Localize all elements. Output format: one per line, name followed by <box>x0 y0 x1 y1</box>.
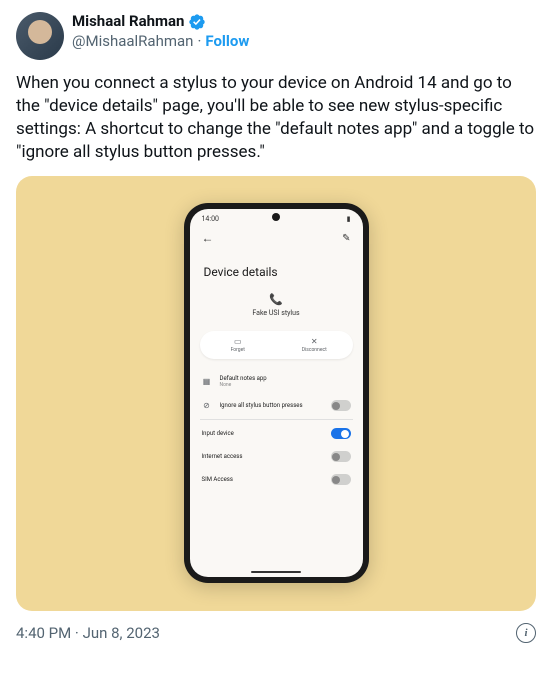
media-container[interactable]: 14:00 ▮ ← ✎ Device details 📞 Fake USI st… <box>16 176 536 611</box>
display-name[interactable]: Mishaal Rahman <box>72 12 184 32</box>
phone-camera-notch <box>272 213 280 221</box>
tweet-footer: 4:40 PM · Jun 8, 2023 i <box>16 623 536 643</box>
nav-bar[interactable] <box>251 571 301 573</box>
block-icon: ⊘ <box>202 401 212 410</box>
phone-topbar: ← ✎ <box>190 225 363 251</box>
sim-access-label: SIM Access <box>202 476 323 483</box>
default-notes-sublabel: None <box>220 382 351 388</box>
setting-ignore-buttons[interactable]: ⊘ Ignore all stylus button presses <box>200 394 353 417</box>
tweet-text: When you connect a stylus to your device… <box>16 72 536 164</box>
sim-access-toggle[interactable] <box>331 474 351 485</box>
device-name: Fake USI stylus <box>190 309 363 317</box>
timestamp[interactable]: 4:40 PM · Jun 8, 2023 <box>16 624 160 642</box>
forget-label: Forget <box>204 347 273 353</box>
notes-icon: ▦ <box>202 377 212 386</box>
action-buttons: ▭ Forget ✕ Disconnect <box>200 331 353 359</box>
forget-icon: ▭ <box>204 337 273 346</box>
verified-badge-icon <box>188 13 206 31</box>
ignore-buttons-toggle[interactable] <box>331 400 351 411</box>
user-info: Mishaal Rahman @MishaalRahman · Follow <box>72 12 249 51</box>
handle-row: @MishaalRahman · Follow <box>72 32 249 52</box>
edit-pencil-icon[interactable]: ✎ <box>342 233 350 244</box>
status-icons: ▮ <box>347 215 351 223</box>
divider <box>200 419 353 420</box>
name-row: Mishaal Rahman <box>72 12 249 32</box>
phone-screen: 14:00 ▮ ← ✎ Device details 📞 Fake USI st… <box>190 209 363 577</box>
tweet-container: Mishaal Rahman @MishaalRahman · Follow W… <box>0 0 552 655</box>
internet-access-label: Internet access <box>202 453 323 460</box>
setting-input-device[interactable]: Input device <box>200 422 353 445</box>
info-icon[interactable]: i <box>516 623 536 643</box>
default-notes-label: Default notes app <box>220 375 351 382</box>
page-title: Device details <box>190 251 363 289</box>
input-device-label: Input device <box>202 430 323 437</box>
back-arrow-icon[interactable]: ← <box>202 231 214 245</box>
stylus-device-icon: 📞 <box>269 293 283 307</box>
separator-dot: · <box>197 32 201 52</box>
settings-list: ▦ Default notes app None ⊘ Ignore all st… <box>190 365 363 495</box>
tweet-header: Mishaal Rahman @MishaalRahman · Follow <box>16 12 536 60</box>
input-device-toggle[interactable] <box>331 428 351 439</box>
ignore-buttons-label: Ignore all stylus button presses <box>220 402 323 409</box>
phone-mockup: 14:00 ▮ ← ✎ Device details 📞 Fake USI st… <box>184 203 369 583</box>
disconnect-icon: ✕ <box>280 337 349 346</box>
setting-sim-access[interactable]: SIM Access <box>200 468 353 491</box>
disconnect-button[interactable]: ✕ Disconnect <box>276 331 353 359</box>
follow-link[interactable]: Follow <box>205 32 249 52</box>
disconnect-label: Disconnect <box>280 347 349 353</box>
setting-default-notes[interactable]: ▦ Default notes app None <box>200 369 353 394</box>
internet-access-toggle[interactable] <box>331 451 351 462</box>
device-section: 📞 Fake USI stylus <box>190 289 363 325</box>
setting-internet-access[interactable]: Internet access <box>200 445 353 468</box>
status-time: 14:00 <box>202 215 219 223</box>
forget-button[interactable]: ▭ Forget <box>200 331 277 359</box>
handle[interactable]: @MishaalRahman <box>72 32 193 52</box>
avatar[interactable] <box>16 12 64 60</box>
